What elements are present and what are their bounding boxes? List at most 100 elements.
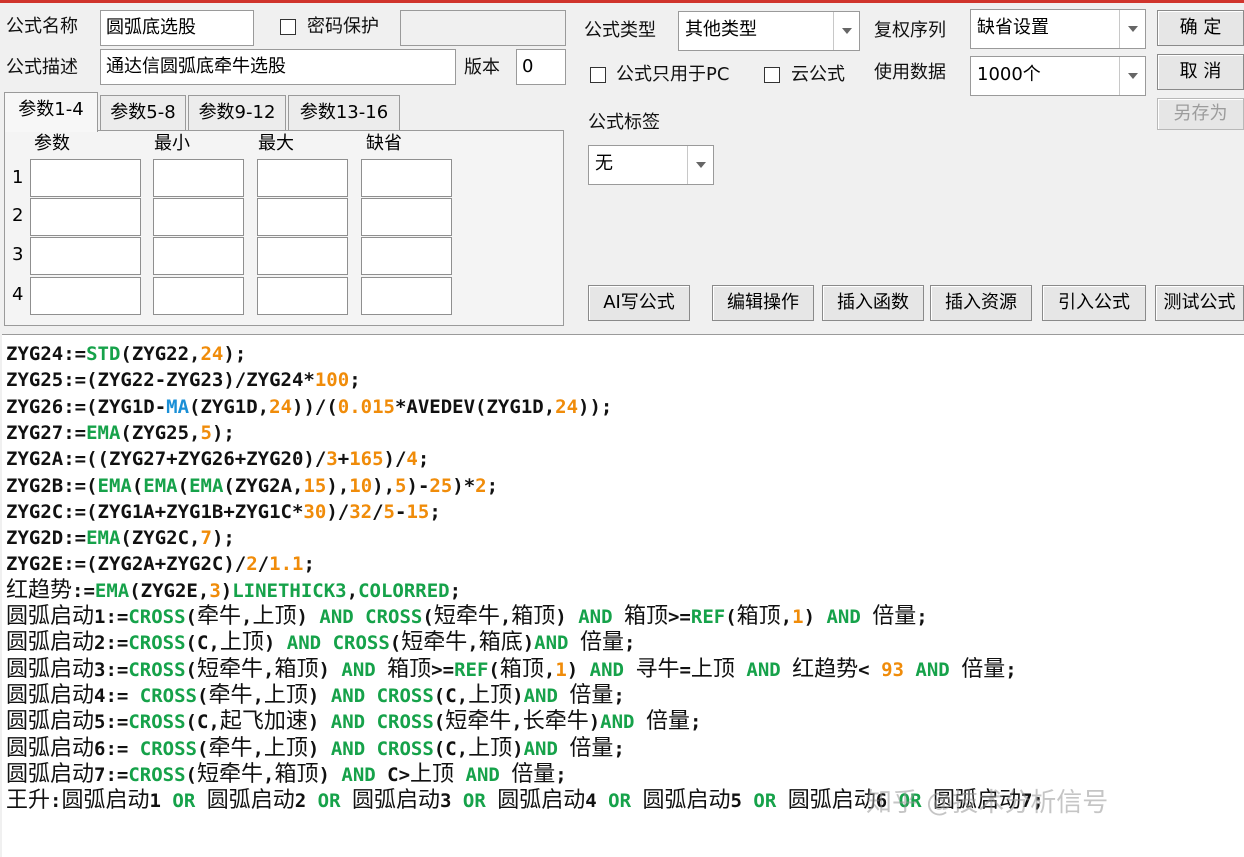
- test-formula-button[interactable]: 测试公式: [1155, 285, 1244, 321]
- formula-tag-select[interactable]: 无: [588, 145, 714, 185]
- param-min-input[interactable]: [153, 198, 244, 236]
- chevron-down-icon[interactable]: [687, 146, 713, 184]
- chevron-down-icon[interactable]: [1119, 10, 1145, 48]
- param-max-input[interactable]: [257, 198, 348, 236]
- tab-params-13-16[interactable]: 参数13-16: [288, 95, 400, 130]
- param-default-input[interactable]: [361, 159, 452, 197]
- code-token: 短牵牛: [445, 709, 512, 735]
- code-token: ;: [449, 579, 462, 602]
- code-token: 上顶: [252, 604, 297, 629]
- param-min-input[interactable]: [153, 277, 244, 315]
- code-token: AND: [330, 711, 366, 734]
- code-token: (: [131, 474, 144, 497]
- insert-resource-button[interactable]: 插入资源: [930, 285, 1032, 321]
- chevron-down-icon[interactable]: [833, 12, 859, 50]
- ok-button[interactable]: 确 定: [1157, 10, 1244, 46]
- param-min-input[interactable]: [153, 159, 244, 197]
- code-token: ,: [263, 658, 275, 681]
- code-token: 100: [314, 369, 350, 392]
- code-token: :: [50, 790, 62, 813]
- param-default-input[interactable]: [361, 277, 452, 315]
- formula-code-editor[interactable]: ZYG24:=STD(ZYG22,24); ZYG25:=(ZYG22-ZYG23…: [2, 334, 1244, 857]
- code-token: 圆弧启动: [206, 788, 295, 814]
- pc-only-checkbox[interactable]: [590, 67, 606, 83]
- insert-function-button[interactable]: 插入函数: [822, 285, 924, 321]
- code-token: 5: [395, 474, 407, 497]
- import-formula-button[interactable]: 引入公式: [1042, 285, 1146, 321]
- code-token: 0.015: [337, 395, 395, 418]
- code-token: );: [223, 343, 247, 365]
- code-token: AND: [330, 684, 366, 707]
- code-token: 圆弧启动: [6, 761, 95, 787]
- param-default-input[interactable]: [361, 198, 452, 236]
- tab-params-9-12[interactable]: 参数9-12: [188, 95, 286, 130]
- code-token: 15: [303, 474, 327, 497]
- code-token: (: [389, 632, 402, 655]
- param-max-input[interactable]: [257, 237, 348, 275]
- code-token: ): [307, 711, 331, 734]
- code-token: ,: [241, 606, 253, 628]
- cloud-formula-checkbox[interactable]: [764, 67, 780, 83]
- code-token: EMA: [143, 474, 178, 497]
- code-token: 上顶: [263, 682, 308, 708]
- param-min-input[interactable]: [153, 237, 244, 275]
- param-default-input[interactable]: [361, 237, 452, 275]
- tab-params-1-4[interactable]: 参数1-4: [4, 92, 98, 132]
- code-token: 短牵牛: [197, 761, 264, 787]
- code-line: 圆弧启动4:= CROSS(牵牛,上顶) AND CROSS(C,上顶)AND …: [6, 683, 625, 709]
- tab-params-5-8[interactable]: 参数5-8: [100, 95, 186, 130]
- code-line: ZYG2A:=((ZYG27+ZYG26+ZYG20)/3+165)/4;: [6, 446, 429, 472]
- code-token: (C,: [185, 711, 220, 734]
- code-token: 24: [555, 395, 579, 418]
- version-input[interactable]: 0: [516, 49, 566, 85]
- code-token: *AVEDEV(ZYG1D,: [394, 395, 556, 418]
- adjust-sequence-label: 复权序列: [874, 20, 946, 41]
- param-max-input[interactable]: [257, 277, 348, 315]
- code-token: ): [512, 737, 524, 760]
- formula-name-input[interactable]: 圆弧底选股: [100, 10, 254, 46]
- code-token: 圆弧启动: [642, 788, 731, 814]
- edit-operations-button[interactable]: 编辑操作: [712, 285, 814, 321]
- code-token: 3: [326, 448, 338, 471]
- code-token: 5: [383, 500, 395, 523]
- param-name-input[interactable]: [30, 277, 141, 315]
- code-token: 箱底: [478, 630, 523, 656]
- param-name-input[interactable]: [30, 159, 141, 197]
- code-token: AND: [465, 763, 500, 786]
- formula-desc-input[interactable]: 通达信圆弧底牵牛选股: [100, 49, 456, 85]
- code-token: ;: [303, 553, 315, 576]
- param-max-input[interactable]: [257, 159, 348, 197]
- code-token: 30: [303, 500, 327, 523]
- adjust-sequence-select[interactable]: 缺省设置: [970, 9, 1146, 49]
- code-line: ZYG27:=EMA(ZYG25,5);: [6, 420, 235, 446]
- code-token: ,: [346, 579, 359, 602]
- cancel-button[interactable]: 取 消: [1157, 54, 1244, 90]
- code-token: 倍量: [961, 656, 1006, 682]
- formula-type-select[interactable]: 其他类型: [678, 11, 860, 51]
- code-line: ZYG26:=(ZYG1D-MA(ZYG1D,24))/(0.015*AVEDE…: [6, 394, 612, 420]
- code-token: EMA: [94, 579, 130, 602]
- save-as-button[interactable]: 另存为: [1157, 98, 1244, 130]
- code-token: 7;: [1020, 790, 1044, 813]
- password-protect-checkbox[interactable]: [280, 19, 296, 35]
- code-token: (: [185, 658, 197, 681]
- code-token: 5:=: [94, 711, 129, 734]
- param-name-input[interactable]: [30, 237, 141, 275]
- chevron-down-icon[interactable]: [1119, 57, 1145, 95]
- ai-write-formula-button[interactable]: AI写公式: [588, 285, 690, 321]
- code-token: ,: [263, 763, 275, 786]
- password-input[interactable]: [400, 10, 566, 46]
- code-token: 3: [439, 790, 463, 813]
- param-name-input[interactable]: [30, 198, 141, 236]
- data-count-select[interactable]: 1000个: [970, 56, 1146, 96]
- param-col-header: 参数: [34, 133, 70, 154]
- code-token: 圆弧启动: [6, 604, 95, 629]
- code-token: CROSS: [376, 684, 434, 707]
- code-token: AND: [341, 763, 376, 786]
- code-token: ,: [543, 658, 556, 681]
